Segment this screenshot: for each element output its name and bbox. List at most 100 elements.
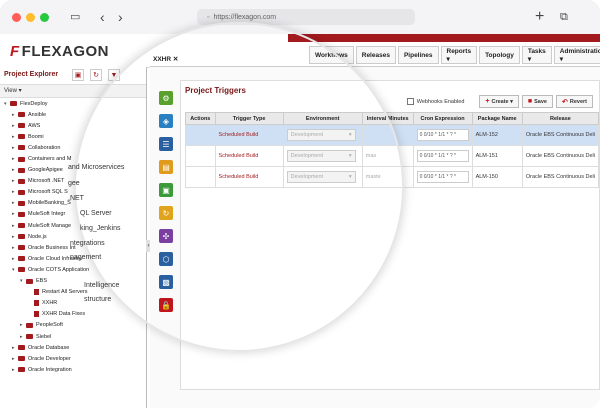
refresh-icon[interactable]: ↻: [159, 206, 173, 220]
col-package[interactable]: Package Name: [471, 112, 523, 125]
folder-icon: [18, 134, 25, 140]
folder-icon: [18, 356, 25, 362]
project-sidebar: ⚙ ◈ ☰ ▤ ▣ ↻ ✣ ⬡ ▩ 🔒: [154, 84, 178, 329]
tree-node[interactable]: ▸ MuleSoft Manage: [0, 220, 146, 231]
tree-node[interactable]: ▾ Oracle COTS Application: [0, 264, 146, 275]
tree-node[interactable]: ▸ MuleSoft Integr: [0, 209, 146, 220]
project-icon: [34, 289, 39, 296]
puzzle-icon[interactable]: ✣: [159, 229, 173, 243]
tree-node[interactable]: XXHR: [0, 298, 146, 309]
col-cron[interactable]: Cron Expression: [412, 112, 473, 125]
tree-node-label: Boomi: [28, 133, 44, 140]
tree-node[interactable]: ▸ Oracle Integration: [0, 364, 146, 375]
environment-cell: Development: [282, 124, 363, 146]
trigger-type-cell: Scheduled Build: [214, 124, 284, 146]
tree-node[interactable]: ▸ Collaboration: [0, 142, 146, 153]
cron-input[interactable]: 0 0/10 * 1/1 * ? *: [416, 129, 469, 141]
close-window-button[interactable]: [12, 13, 21, 22]
create-button[interactable]: + Create ▾: [479, 95, 519, 108]
network-icon[interactable]: ⬡: [159, 252, 173, 266]
explorer-tools: ▣ ↻ ▼: [72, 69, 126, 81]
tree-node[interactable]: ▸ AWS: [0, 120, 146, 131]
maximize-window-button[interactable]: [40, 13, 49, 22]
row-actions[interactable]: [185, 145, 216, 167]
magnified-tree-text: nagement: [70, 254, 102, 261]
tabs-overview-icon[interactable]: ⧉: [560, 10, 568, 24]
folder-icon: [26, 278, 33, 284]
refresh-icon[interactable]: ↻: [90, 69, 102, 81]
cron-input[interactable]: 0 0/10 * 1/1 * ? *: [416, 171, 469, 183]
document-icon[interactable]: ▤: [159, 160, 173, 174]
tree-node[interactable]: ▸ Boomi: [0, 131, 146, 142]
logo-text: FLEXAGON: [21, 43, 110, 60]
tree-node-label: Oracle COTS Application: [28, 266, 90, 273]
image-icon[interactable]: ▩: [159, 275, 173, 289]
address-bar[interactable]: ▫ https://flexagon.com: [197, 9, 415, 25]
tree-node[interactable]: ▸ Oracle Developer: [0, 353, 146, 364]
package-cell[interactable]: ALM-151: [471, 145, 523, 167]
tree-node[interactable]: ▸ PeopleSoft: [0, 320, 146, 331]
webhooks-enabled-checkbox[interactable]: Webhooks Enabled: [406, 98, 464, 105]
environment-select[interactable]: Development: [286, 129, 356, 141]
interval-cell[interactable]: maste: [361, 166, 414, 188]
col-release[interactable]: Release: [521, 112, 600, 125]
tree-node[interactable]: ▸ Oracle Database: [0, 342, 146, 353]
save-button[interactable]: ■ Save: [521, 95, 553, 108]
package-icon[interactable]: ▣: [159, 183, 173, 197]
browser-window: ▭ ‹ › ▫ https://flexagon.com + ⧉ F FLEXAG…: [0, 0, 600, 408]
revert-button[interactable]: ↶ Revert: [556, 95, 593, 108]
tree-node[interactable]: ▾ EBS: [0, 276, 146, 287]
diagram-icon[interactable]: ◈: [159, 114, 173, 128]
release-cell[interactable]: Oracle EBS Continuous Deli: [521, 166, 600, 188]
row-actions[interactable]: [185, 124, 216, 146]
list-icon[interactable]: ☰: [159, 137, 173, 151]
tree-node[interactable]: ▸ Siebel: [0, 331, 146, 342]
tree-node[interactable]: ▸ Ansible: [0, 109, 146, 120]
col-environment[interactable]: Environment: [282, 112, 363, 125]
editor-tabbar: XXHR ✕: [150, 53, 600, 67]
tree-node-label: Node.js: [28, 233, 47, 240]
sidebar-toggle-icon[interactable]: ▭: [70, 10, 80, 24]
tree-node-label: MuleSoft Integr: [28, 211, 66, 218]
table-row[interactable]: Scheduled Build Development mas 0 0/10 *…: [185, 145, 600, 167]
gear-icon[interactable]: ⚙: [159, 91, 173, 105]
minimize-window-button[interactable]: [26, 13, 35, 22]
back-icon[interactable]: ‹: [100, 10, 105, 24]
table-row[interactable]: Scheduled Build Development maste 0 0/10…: [185, 166, 600, 188]
view-menu-label: View: [4, 88, 17, 94]
tree-node-label: Oracle Business Int: [28, 244, 76, 251]
project-icon: [34, 300, 39, 307]
col-actions[interactable]: Actions: [185, 112, 216, 125]
view-menu[interactable]: View ▾: [4, 87, 22, 94]
new-tab-icon[interactable]: +: [535, 9, 544, 25]
tree-node[interactable]: Restart All Servers: [0, 287, 146, 298]
tree-node-label: XXHR: [42, 300, 58, 307]
map-icon[interactable]: ▣: [72, 69, 84, 81]
release-cell[interactable]: Oracle EBS Continuous Deli: [521, 145, 600, 167]
save-icon: ■: [527, 98, 533, 105]
col-interval[interactable]: Interval Minutes: [361, 112, 414, 125]
table-row[interactable]: Scheduled Build Development 0 0/10 * 1/1…: [185, 124, 600, 146]
environment-select[interactable]: Development: [286, 171, 356, 183]
tree-node[interactable]: ▾ FlexDeploy: [0, 98, 146, 109]
environment-select[interactable]: Development: [286, 150, 356, 162]
interval-cell[interactable]: [361, 124, 414, 146]
environment-cell: Development: [282, 166, 363, 188]
cron-input[interactable]: 0 0/10 * 1/1 * ? *: [416, 150, 469, 162]
url-text: https://flexagon.com: [213, 13, 277, 21]
package-cell[interactable]: ALM-152: [471, 124, 523, 146]
magnified-tree-text: QL Server: [80, 210, 112, 217]
tree-node[interactable]: ▸ Containers and M: [0, 153, 146, 164]
release-cell[interactable]: Oracle EBS Continuous Deli: [521, 124, 600, 146]
tab-xxhr[interactable]: XXHR ✕: [153, 55, 178, 63]
tree-node[interactable]: XXHR Data Fixes: [0, 309, 146, 320]
filter-icon[interactable]: ▼: [108, 69, 120, 81]
magnified-tree-text: gee: [68, 180, 80, 187]
tree-node-label: GoogleApigee: [28, 167, 63, 174]
package-cell[interactable]: ALM-150: [471, 166, 523, 188]
lock-icon[interactable]: 🔒: [159, 298, 173, 312]
interval-cell[interactable]: mas: [361, 145, 414, 167]
row-actions[interactable]: [185, 166, 216, 188]
forward-icon[interactable]: ›: [118, 10, 123, 24]
col-trigger-type[interactable]: Trigger Type: [214, 112, 284, 125]
